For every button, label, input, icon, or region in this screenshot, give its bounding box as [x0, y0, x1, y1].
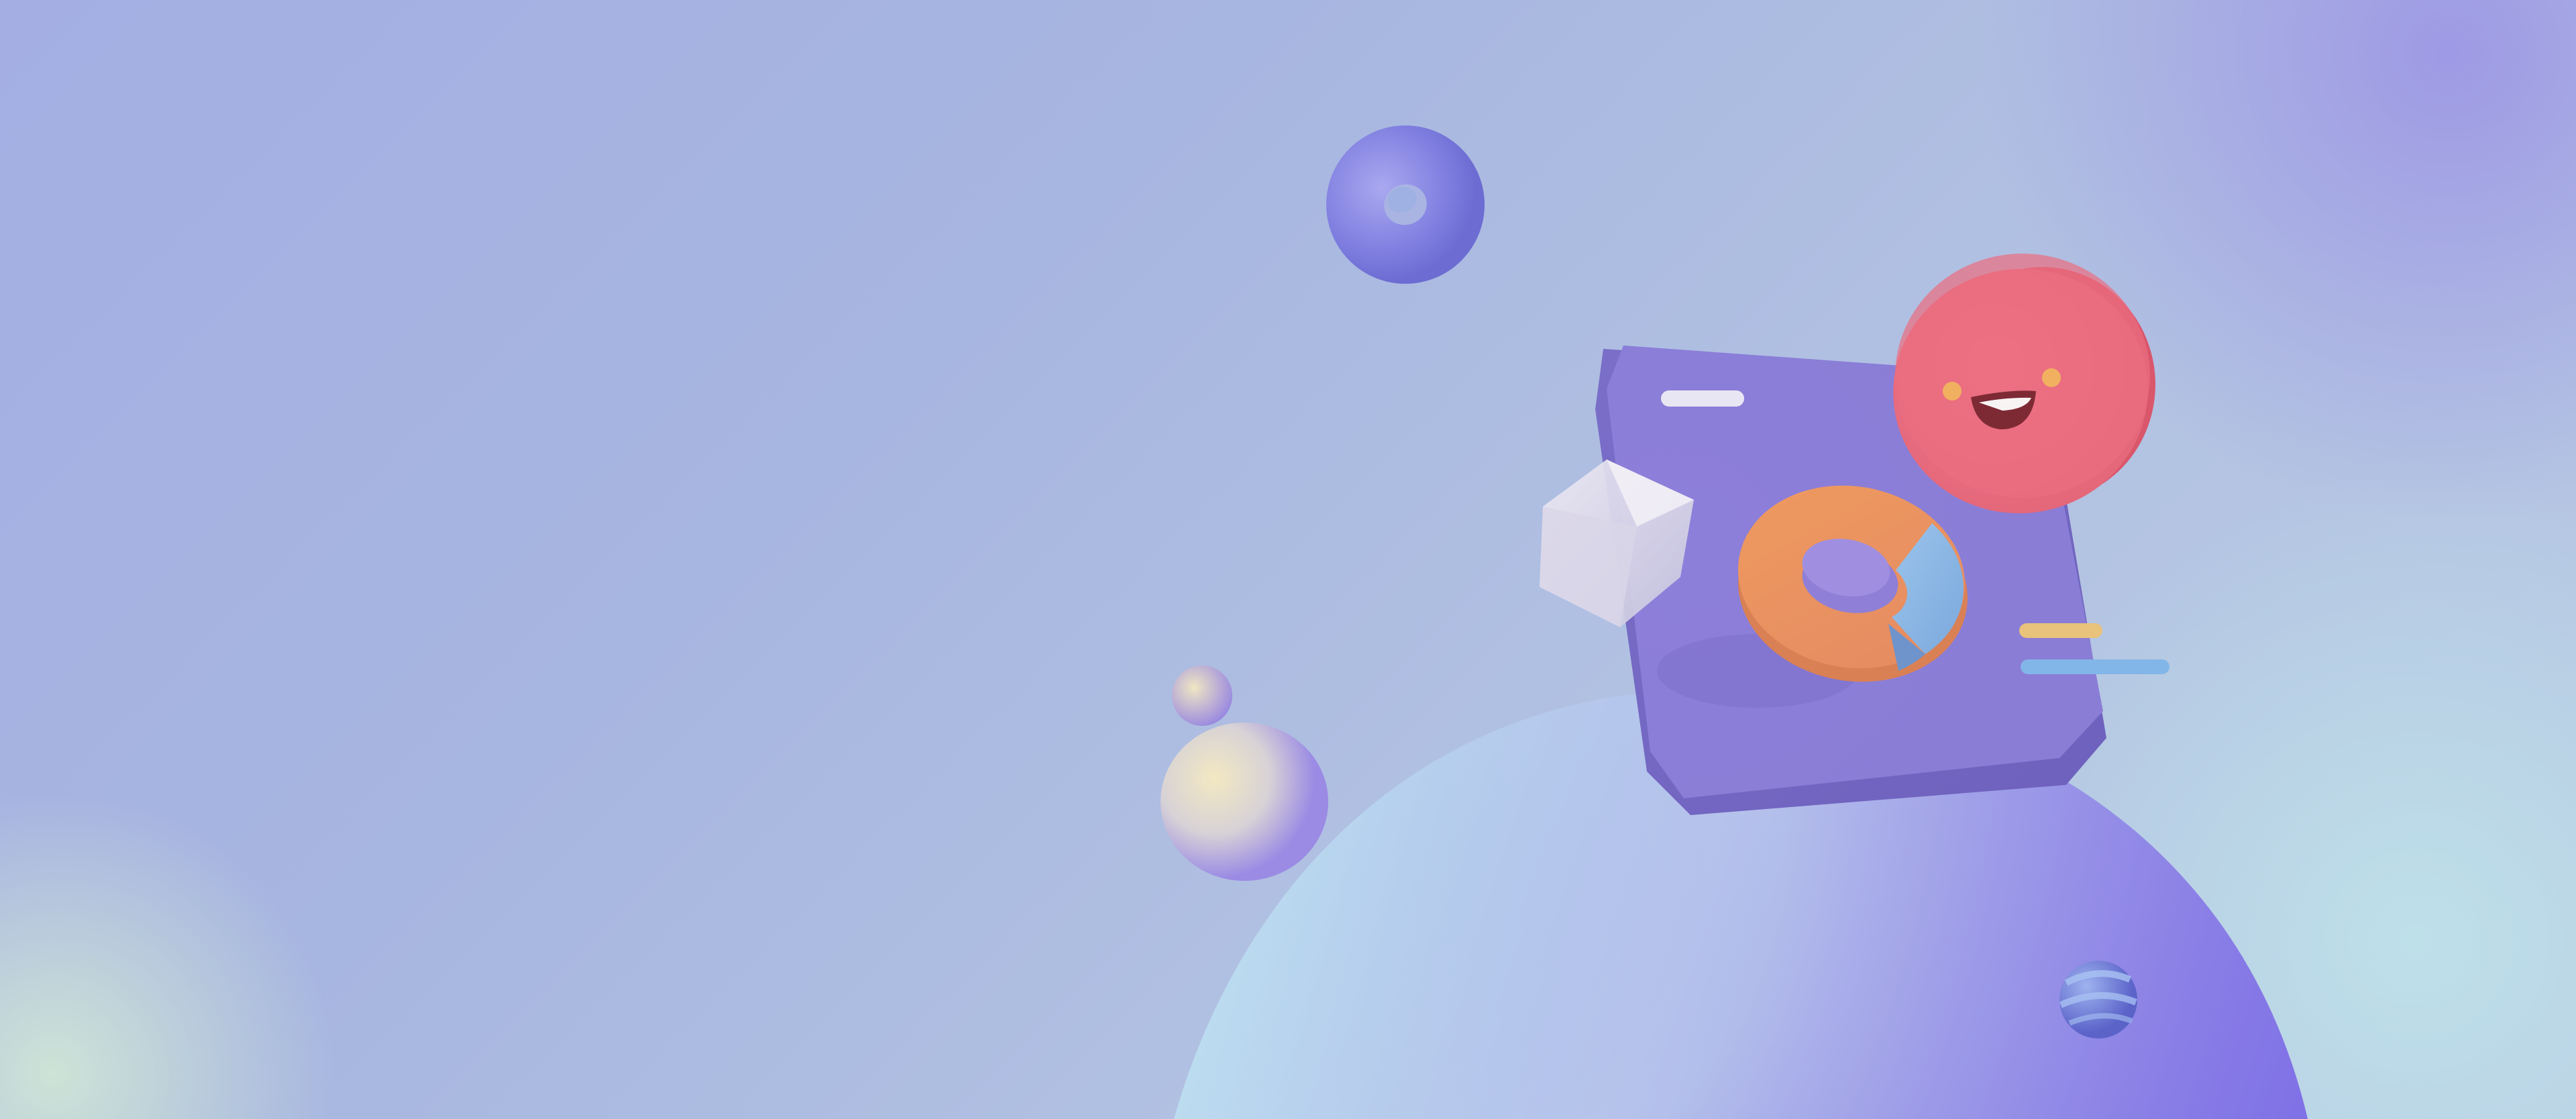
- right-eye-icon: [2042, 368, 2061, 387]
- accent-line-blue: [2021, 659, 2169, 674]
- striped-ball-icon: [2059, 961, 2137, 1038]
- card-header-bar: [1661, 390, 1744, 407]
- floating-ring-icon: [1326, 125, 1485, 284]
- scene-illustration: [0, 0, 2576, 1119]
- illustration-canvas: [0, 0, 2576, 1119]
- accent-line-yellow: [2019, 623, 2102, 638]
- left-eye-icon: [1943, 382, 1962, 401]
